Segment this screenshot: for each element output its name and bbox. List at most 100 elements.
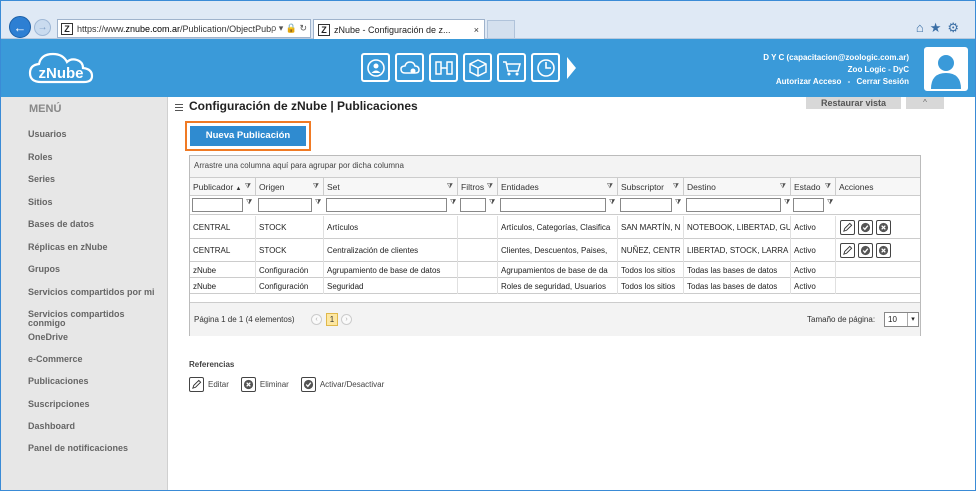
column-header-subscriptor[interactable]: Subscriptor ⧩ bbox=[618, 178, 684, 196]
sidebar-item-suscripciones[interactable]: Suscripciones bbox=[28, 400, 90, 409]
sidebar-item-servicios-compartidos-conmigo-line2[interactable]: conmigo bbox=[28, 319, 66, 328]
filter-input-subscriptor[interactable] bbox=[620, 198, 672, 212]
forward-button[interactable]: → bbox=[34, 19, 51, 36]
column-header-estado[interactable]: Estado ⧩ bbox=[791, 178, 836, 196]
new-publication-button[interactable]: Nueva Publicación bbox=[190, 126, 306, 146]
restore-view-button[interactable]: Restaurar vista bbox=[806, 97, 901, 109]
column-header-entidades[interactable]: Entidades ⧩ bbox=[498, 178, 618, 196]
filter-icon[interactable]: ⧩ bbox=[450, 199, 456, 207]
column-header-set[interactable]: Set ⧩ bbox=[324, 178, 458, 196]
znube-favicon-icon: Z bbox=[61, 22, 73, 35]
url-path: /Publication/ObjectPubl bbox=[180, 23, 272, 34]
sidebar-item-replicas[interactable]: Réplicas en zNube bbox=[28, 243, 108, 252]
home-icon[interactable]: ⌂ bbox=[916, 20, 930, 35]
column-label: Origen bbox=[259, 182, 285, 192]
address-bar[interactable]: Z https://www.znube.com.ar/Publication/O… bbox=[57, 19, 311, 38]
cell-filtros bbox=[458, 239, 498, 262]
filter-input-destino[interactable] bbox=[686, 198, 781, 212]
pager-prev-icon[interactable]: ‹ bbox=[311, 314, 322, 325]
sidebar-item-publicaciones[interactable]: Publicaciones bbox=[28, 377, 89, 386]
grid-pager: Página 1 de 1 (4 elementos) ‹ 1 › Tamaño… bbox=[190, 302, 920, 336]
authorize-access-link[interactable]: Autorizar Acceso bbox=[776, 77, 842, 86]
filter-icon[interactable]: ⧩ bbox=[315, 199, 321, 207]
filter-input-set[interactable] bbox=[326, 198, 447, 212]
sidebar-item-series[interactable]: Series bbox=[28, 175, 55, 184]
filter-icon[interactable]: ⧩ bbox=[784, 199, 790, 207]
chevron-down-icon[interactable]: ▾ bbox=[907, 313, 918, 326]
sidebar-item-bases-de-datos[interactable]: Bases de datos bbox=[28, 220, 94, 229]
sidebar-item-panel-notificaciones[interactable]: Panel de notificaciones bbox=[28, 444, 128, 453]
filter-input-publicador[interactable] bbox=[192, 198, 243, 212]
tab-close-icon[interactable]: × bbox=[474, 25, 484, 35]
module-clock-button[interactable] bbox=[531, 53, 560, 82]
toggle-active-button[interactable] bbox=[858, 243, 873, 258]
user-links: Autorizar Acceso - Cerrar Sesión bbox=[763, 76, 909, 88]
module-cart-button[interactable] bbox=[497, 53, 526, 82]
sidebar-item-sitios[interactable]: Sitios bbox=[28, 198, 53, 207]
arrow-left-icon: ← bbox=[13, 19, 27, 35]
collapse-chevron-icon[interactable]: ^ bbox=[906, 97, 944, 109]
sidebar-item-grupos[interactable]: Grupos bbox=[28, 265, 60, 274]
module-cloud-button[interactable] bbox=[395, 53, 424, 82]
filter-icon[interactable]: ⧩ bbox=[675, 199, 681, 207]
app-header: zNube D Y C (capacitacion@zoologic.com.a… bbox=[1, 39, 975, 97]
filter-icon[interactable]: ⧩ bbox=[246, 199, 252, 207]
filter-icon[interactable]: ⧩ bbox=[489, 199, 495, 207]
user-avatar[interactable] bbox=[924, 47, 968, 91]
column-header-publicador[interactable]: Publicador ▲ ⧩ bbox=[190, 178, 256, 196]
filter-icon[interactable]: ⧩ bbox=[447, 178, 453, 196]
cell-destino: Todas las bases de datos bbox=[684, 262, 791, 278]
filter-icon[interactable]: ⧩ bbox=[780, 178, 786, 196]
address-tools[interactable]: ρ ▾ 🔒 ↻ bbox=[271, 23, 310, 34]
delete-button[interactable] bbox=[876, 220, 891, 235]
filter-icon[interactable]: ⧩ bbox=[673, 178, 679, 196]
module-box-button[interactable] bbox=[463, 53, 492, 82]
column-header-origen[interactable]: Origen ⧩ bbox=[256, 178, 324, 196]
toggle-active-button[interactable] bbox=[858, 220, 873, 235]
pager-next-icon[interactable]: › bbox=[341, 314, 352, 325]
new-publication-highlight: Nueva Publicación bbox=[185, 121, 311, 151]
url-text[interactable]: https://www.znube.com.ar/Publication/Obj… bbox=[77, 24, 271, 34]
filter-icon[interactable]: ⧩ bbox=[313, 178, 319, 196]
edit-button[interactable] bbox=[840, 243, 855, 258]
filter-input-estado[interactable] bbox=[793, 198, 824, 212]
sidebar-item-ecommerce[interactable]: e-Commerce bbox=[28, 355, 83, 364]
browser-tab[interactable]: Z zNube - Configuración de z... × bbox=[313, 19, 485, 39]
column-header-filtros[interactable]: Filtros ⧩ bbox=[458, 178, 498, 196]
pager-current-page[interactable]: 1 bbox=[326, 313, 338, 326]
group-panel[interactable]: Arrastre una columna aquí para agrupar p… bbox=[190, 156, 920, 178]
references-legend: Editar Eliminar Activar/Desactivar bbox=[189, 377, 396, 392]
cell-publicador: zNube bbox=[190, 262, 256, 278]
module-flow-button[interactable] bbox=[429, 53, 458, 82]
sidebar-item-roles[interactable]: Roles bbox=[28, 153, 53, 162]
sidebar-item-usuarios[interactable]: Usuarios bbox=[28, 130, 67, 139]
new-tab-button[interactable] bbox=[487, 20, 515, 38]
filter-icon[interactable]: ⧩ bbox=[825, 178, 831, 196]
star-icon[interactable]: ★ bbox=[930, 20, 948, 35]
module-next-arrow-icon[interactable] bbox=[567, 56, 576, 79]
logout-link[interactable]: Cerrar Sesión bbox=[857, 77, 909, 86]
filter-icon[interactable]: ⧩ bbox=[607, 178, 613, 196]
znube-logo-icon[interactable]: zNube bbox=[27, 49, 95, 87]
filter-icon[interactable]: ⧩ bbox=[827, 199, 833, 207]
back-button[interactable]: ← bbox=[9, 16, 31, 38]
legend-check-circle-icon bbox=[300, 377, 316, 392]
column-label: Publicador bbox=[193, 182, 234, 192]
filter-icon[interactable]: ⧩ bbox=[487, 178, 493, 196]
module-users-button[interactable] bbox=[361, 53, 390, 82]
column-header-destino[interactable]: Destino ⧩ bbox=[684, 178, 791, 196]
filter-input-origen[interactable] bbox=[258, 198, 312, 212]
gear-icon[interactable]: ⚙ bbox=[947, 20, 965, 35]
edit-button[interactable] bbox=[840, 220, 855, 235]
filter-input-filtros[interactable] bbox=[460, 198, 486, 212]
hamburger-menu-icon[interactable] bbox=[175, 104, 183, 111]
filter-icon[interactable]: ⧩ bbox=[609, 199, 615, 207]
page-size-select[interactable]: 10 ▾ bbox=[884, 312, 919, 327]
sidebar-item-dashboard[interactable]: Dashboard bbox=[28, 422, 75, 431]
legend-edit-label: Editar bbox=[208, 380, 229, 389]
filter-icon[interactable]: ⧩ bbox=[245, 178, 251, 196]
filter-input-entidades[interactable] bbox=[500, 198, 606, 212]
delete-button[interactable] bbox=[876, 243, 891, 258]
sidebar-item-servicios-compartidos-por-mi[interactable]: Servicios compartidos por mi bbox=[28, 288, 155, 297]
sidebar-item-onedrive[interactable]: OneDrive bbox=[28, 333, 68, 342]
